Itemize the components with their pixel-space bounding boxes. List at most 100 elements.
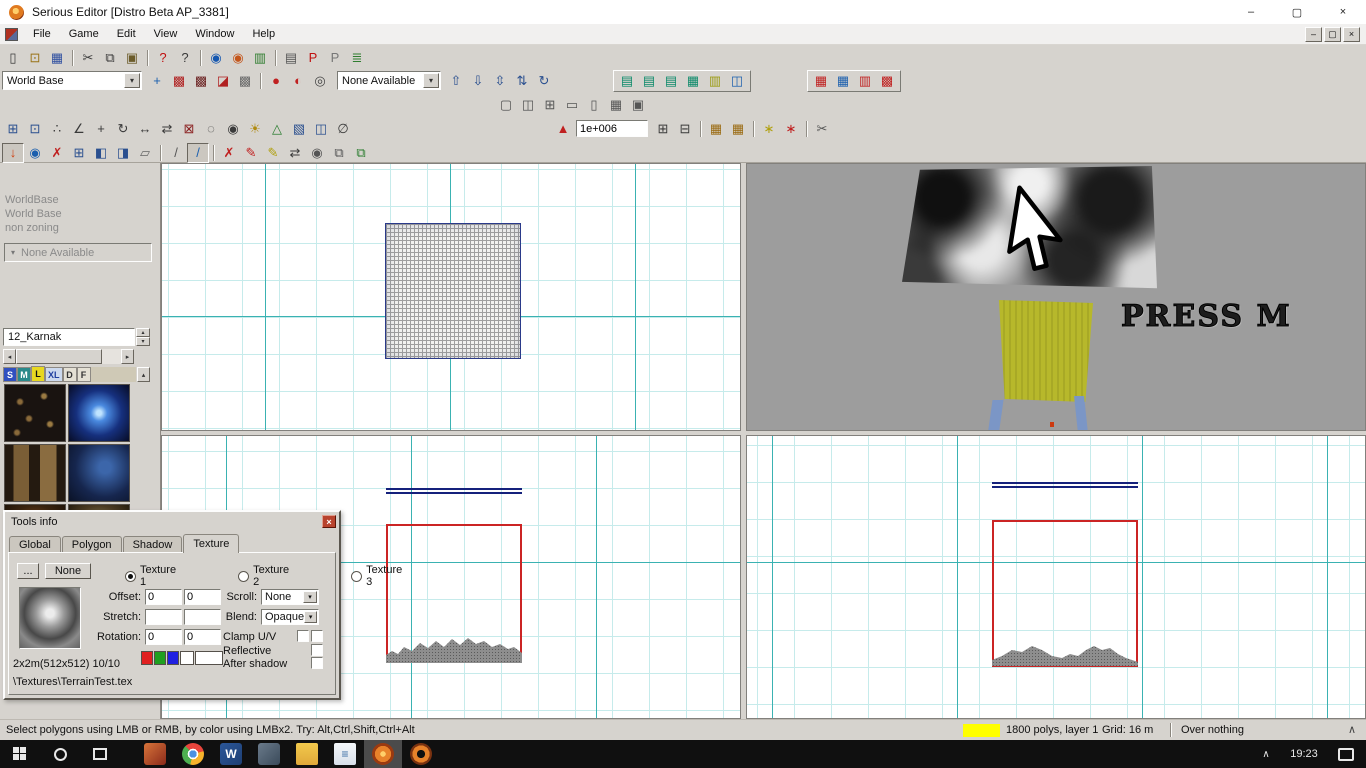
chevron-down-icon[interactable]: ▾ [124, 73, 140, 88]
palette-green-swatch[interactable] [154, 651, 166, 665]
terrain-layer-icon-1[interactable]: ▤ [616, 71, 638, 91]
pencil-yellow-icon[interactable]: ✎ [262, 143, 284, 163]
mip-more-icon[interactable]: ⊞ [652, 119, 674, 139]
checker-flag-half-icon[interactable]: ◪ [212, 71, 234, 91]
move-mode-icon[interactable]: + [90, 119, 112, 139]
world-globe-blue-icon[interactable]: ◉ [205, 48, 227, 68]
clamp-v-checkbox[interactable] [311, 630, 323, 642]
taskbar-app-gray[interactable] [250, 740, 288, 768]
world-sphere-icon[interactable]: ◉ [24, 143, 46, 163]
swap-arrows-icon[interactable]: ⇅ [511, 71, 533, 91]
mdi-document-icon[interactable] [5, 27, 18, 41]
mip-factor-input[interactable] [576, 120, 648, 137]
cut-mapping-icon[interactable]: ✂ [811, 119, 833, 139]
brush-grid-red-icon[interactable]: ▦ [810, 71, 832, 91]
checker-flag-dark-icon[interactable]: ▩ [190, 71, 212, 91]
arrow-up-icon[interactable]: ⇧ [445, 71, 467, 91]
viewport-layout-split-icon[interactable]: ◫ [517, 95, 539, 115]
room-tool-icon[interactable]: ▱ [134, 143, 156, 163]
taskbar-app-orange-ring[interactable] [402, 740, 440, 768]
mdi-close-button[interactable]: × [1343, 26, 1360, 42]
scroll-combo[interactable]: None ▾ [261, 589, 319, 605]
blend-combo[interactable]: Opaque ▾ [261, 609, 319, 625]
stretch-u-input[interactable] [145, 609, 182, 625]
script-notes-icon[interactable]: ≣ [346, 48, 368, 68]
stretch-mode-icon[interactable]: ↔ [134, 119, 156, 139]
texture-group-combo[interactable]: 12_Karnak [3, 328, 135, 346]
viewport-layout-quad-icon[interactable]: ⊞ [539, 95, 561, 115]
tray-chevron-icon[interactable]: ∧ [1254, 749, 1278, 760]
terrain-brush-top-view[interactable] [385, 223, 521, 359]
chevron-down-icon[interactable]: ▾ [304, 611, 317, 623]
palette-wide-swatch[interactable] [195, 651, 223, 665]
slash-active-icon[interactable]: / [187, 142, 209, 163]
texture-3-radio[interactable]: Texture 3 [351, 564, 402, 588]
menu-edit[interactable]: Edit [108, 25, 145, 43]
taskbar-app-serious-sam[interactable] [136, 740, 174, 768]
scroll-right-icon[interactable]: ▸ [121, 349, 134, 364]
arrow-down-icon[interactable]: ⇩ [467, 71, 489, 91]
taskbar-app-serious-editor[interactable] [364, 740, 402, 768]
palette-blue-swatch[interactable] [167, 651, 179, 665]
world-base-combo[interactable]: World Base ▾ [2, 71, 142, 90]
texture-thumb-hieroglyph-column[interactable] [4, 444, 66, 502]
light-icon[interactable]: ☀ [244, 119, 266, 139]
frame-copy-icon[interactable]: ⧉ [350, 143, 372, 163]
angle-snap-icon[interactable]: ∠ [68, 119, 90, 139]
rotation-u-input[interactable] [145, 629, 182, 645]
save-world-icon[interactable]: ▦ [46, 48, 68, 68]
copy-icon[interactable]: ⧉ [99, 48, 121, 68]
delete-polygon-icon[interactable]: ✗ [218, 143, 240, 163]
terrain-layer-blue-icon[interactable]: ◫ [726, 71, 748, 91]
target-ring-icon[interactable]: ◎ [309, 71, 331, 91]
terrain-layer-icon-2[interactable]: ▤ [638, 71, 660, 91]
search-button[interactable] [40, 740, 80, 768]
texture-page-icon-2[interactable]: ▦ [727, 119, 749, 139]
menu-game[interactable]: Game [60, 25, 108, 43]
texture-1-radio[interactable]: Texture 1 [125, 564, 176, 588]
mip-less-icon[interactable]: ⊟ [674, 119, 696, 139]
taskbar-app-folder[interactable] [288, 740, 326, 768]
profile-red-icon[interactable]: P [302, 48, 324, 68]
viewport-layout-custom-icon[interactable]: ▣ [627, 95, 649, 115]
stretch-v-input[interactable] [184, 609, 221, 625]
taskbar-app-word[interactable]: W [212, 740, 250, 768]
rotate-cw-icon[interactable]: ↻ [533, 71, 555, 91]
sphere-red-icon[interactable]: ● [265, 71, 287, 91]
chevron-down-icon[interactable]: ▾ [423, 73, 439, 88]
brush-checker-red-icon[interactable]: ▩ [876, 71, 898, 91]
sector-icon[interactable]: ▧ [288, 119, 310, 139]
scroll-left-icon[interactable]: ◂ [3, 349, 16, 364]
lasso-select-icon[interactable]: ◌ [200, 119, 222, 139]
rotate-mode-icon[interactable]: ↻ [112, 119, 134, 139]
world-delete-icon[interactable]: ✗ [46, 143, 68, 163]
sphere-half-icon[interactable]: ◐ [287, 71, 309, 91]
viewport-layout-single-icon[interactable]: ▢ [495, 95, 517, 115]
help-icon[interactable]: ? [152, 48, 174, 68]
chevron-up-icon[interactable]: ∧ [1348, 723, 1356, 736]
after-shadow-checkbox[interactable] [311, 657, 323, 669]
csg-add-icon[interactable]: ⊞ [68, 143, 90, 163]
menu-window[interactable]: Window [186, 25, 243, 43]
yellow-brush-quad[interactable] [998, 300, 1093, 402]
size-tab-f[interactable]: F [76, 367, 91, 382]
world-globe-orange-icon[interactable]: ◉ [227, 48, 249, 68]
texture-2-radio[interactable]: Texture 2 [238, 564, 289, 588]
viewport-layout-tall-icon[interactable]: ▯ [583, 95, 605, 115]
viewport-perspective[interactable]: PRESS M [746, 163, 1366, 431]
terrain-layer-icon-3[interactable]: ▤ [660, 71, 682, 91]
size-tab-xl[interactable]: XL [45, 367, 63, 382]
drop-marker-icon[interactable]: ↓ [2, 142, 24, 163]
slash-tool-icon[interactable]: / [165, 143, 187, 163]
spin-down-icon[interactable]: ▾ [136, 337, 150, 346]
viewport-layout-wide-icon[interactable]: ▭ [561, 95, 583, 115]
menu-view[interactable]: View [145, 25, 187, 43]
tab-scroll-up-icon[interactable]: ▴ [137, 367, 150, 382]
context-help-icon[interactable]: ? [174, 48, 196, 68]
mdi-restore-button[interactable]: ▢ [1324, 26, 1341, 42]
reflective-checkbox[interactable] [311, 644, 323, 656]
none-available-combo[interactable]: None Available ▾ [337, 71, 441, 90]
offset-u-input[interactable] [145, 589, 182, 605]
palette-red-swatch[interactable] [141, 651, 153, 665]
size-tab-s[interactable]: S [3, 367, 17, 382]
